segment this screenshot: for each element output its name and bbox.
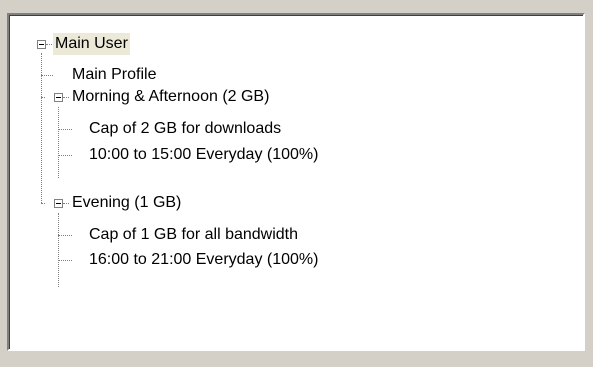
tree-node-label: Morning & Afternoon (2 GB) <box>72 88 270 105</box>
dialog-background: Main User Main Profile Morning & Afterno… <box>0 0 593 367</box>
tree-node-cap-bandwidth[interactable]: Cap of 1 GB for all bandwidth <box>87 223 300 247</box>
tree-node-label: Main User <box>53 33 130 55</box>
tree-node-schedule-morning[interactable]: 10:00 to 15:00 Everyday (100%) <box>87 143 320 167</box>
tree-node-evening[interactable]: Evening (1 GB) <box>70 191 183 215</box>
tree-node-label: Main Profile <box>72 66 157 83</box>
tree-connector <box>58 155 72 156</box>
tree-node-label: 10:00 to 15:00 Everyday (100%) <box>89 146 319 163</box>
tree-node-label: Evening (1 GB) <box>72 194 182 211</box>
tree-node-main-profile[interactable]: Main Profile <box>70 63 158 87</box>
tree-connector <box>63 97 69 98</box>
tree-connector <box>63 203 69 204</box>
collapse-minus-icon[interactable] <box>54 93 63 102</box>
tree-connector <box>58 260 72 261</box>
tree-connector <box>58 129 72 130</box>
tree-node-morning-afternoon[interactable]: Morning & Afternoon (2 GB) <box>70 85 271 109</box>
tree-node-label: 16:00 to 21:00 Everyday (100%) <box>89 251 319 268</box>
tree-content: Main User Main Profile Morning & Afterno… <box>9 15 583 349</box>
tree-connector <box>41 203 45 204</box>
tree-node-cap-downloads[interactable]: Cap of 2 GB for downloads <box>87 117 283 141</box>
tree-connector <box>41 97 45 98</box>
tree-connector <box>46 44 52 45</box>
tree-connector <box>58 235 72 236</box>
collapse-minus-icon[interactable] <box>37 40 46 49</box>
tree-connector <box>58 213 59 287</box>
tree-node-main-user[interactable]: Main User <box>53 32 130 56</box>
tree-connector <box>41 75 53 76</box>
tree-view[interactable]: Main User Main Profile Morning & Afterno… <box>7 13 585 351</box>
tree-node-label: Cap of 1 GB for all bandwidth <box>89 226 299 243</box>
tree-node-schedule-evening[interactable]: 16:00 to 21:00 Everyday (100%) <box>87 248 320 272</box>
collapse-minus-icon[interactable] <box>54 199 63 208</box>
tree-node-label: Cap of 2 GB for downloads <box>89 120 282 137</box>
tree-connector <box>58 107 59 178</box>
